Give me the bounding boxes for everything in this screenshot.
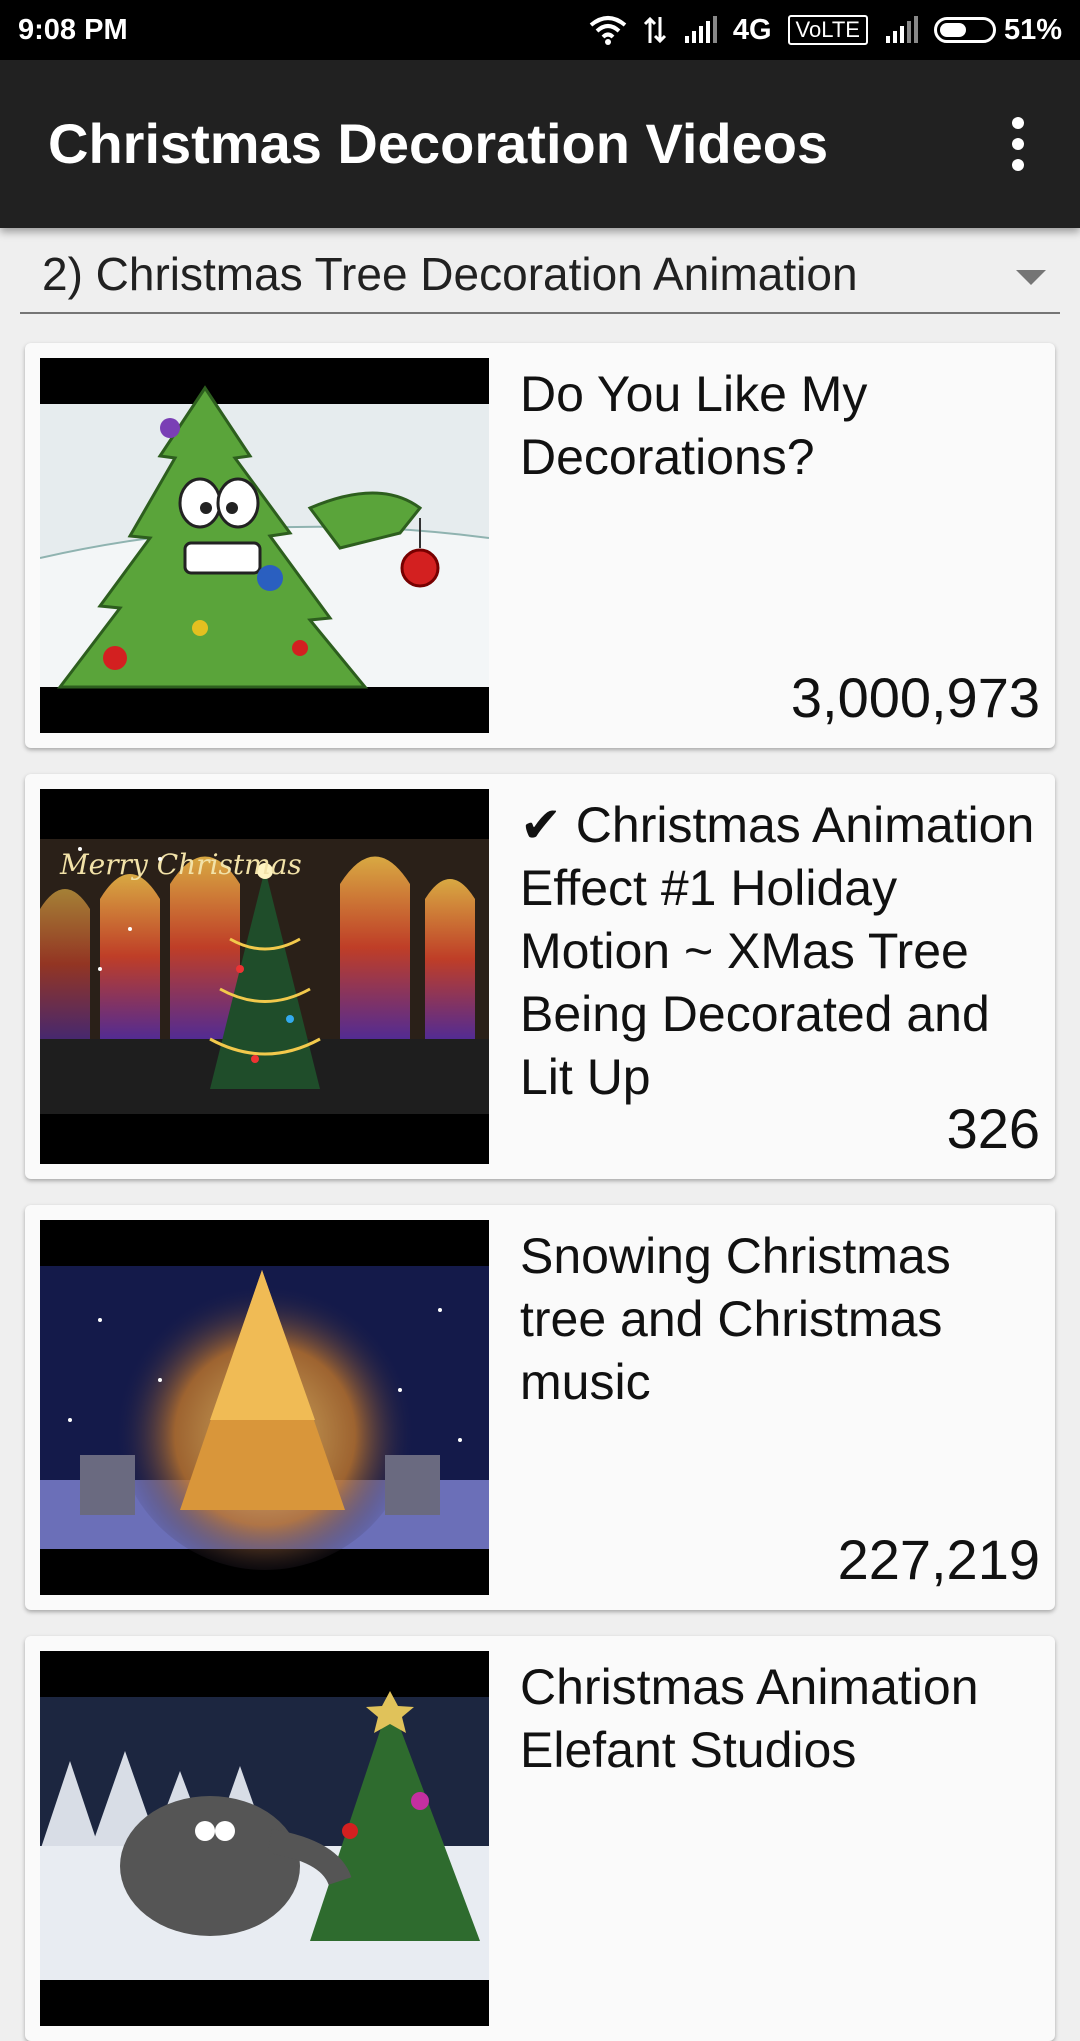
video-title: ✔ Christmas Animation Effect #1 Holiday …	[520, 797, 1035, 1105]
menu-dot	[1012, 159, 1024, 171]
status-icons: 4G VoLTE 51%	[589, 14, 1062, 47]
menu-dot	[1012, 138, 1024, 150]
video-title: Christmas Animation Elefant Studios	[520, 1659, 979, 1778]
battery-level	[939, 23, 966, 37]
status-time: 9:08 PM	[18, 13, 128, 46]
wifi-icon	[589, 15, 627, 45]
battery-percent: 51%	[1003, 13, 1062, 46]
video-view-count: 3,000,973	[790, 666, 1040, 729]
status-bar: 9:08 PM 4G VoLTE 51%	[0, 0, 1080, 60]
video-view-count: 326	[946, 1097, 1040, 1160]
video-card[interactable]: Do You Like My Decorations? 3,000,973	[25, 343, 1055, 748]
video-view-count: 227,219	[837, 1528, 1040, 1591]
network-type: 4G	[732, 13, 772, 46]
app-title: Christmas Decoration Videos	[48, 112, 829, 175]
video-thumbnail	[40, 1220, 489, 1595]
signal-icon	[683, 16, 717, 44]
video-title: Do You Like My Decorations?	[520, 366, 868, 485]
battery-indicator: 51%	[933, 13, 1062, 47]
video-thumbnail	[40, 1651, 489, 2026]
video-title: Snowing Christmas tree and Christmas mus…	[520, 1228, 951, 1410]
thumbnail-caption: Merry Christmas	[59, 848, 302, 881]
data-arrows-icon	[643, 15, 667, 45]
video-thumbnail	[40, 358, 489, 733]
video-card[interactable]: Merry Christmas ✔ Christmas Animation Ef…	[25, 774, 1055, 1179]
app-bar: Christmas Decoration Videos	[0, 60, 1080, 228]
battery-icon	[933, 17, 996, 43]
menu-dot	[1012, 117, 1024, 129]
playlist-dropdown[interactable]: 2) Christmas Tree Decoration Animation	[20, 236, 1060, 314]
video-card[interactable]: Christmas Animation Elefant Studios	[25, 1636, 1055, 2041]
video-thumbnail: Merry Christmas	[40, 789, 489, 1164]
dropdown-arrow-icon	[1016, 270, 1046, 285]
volte-badge: VoLTE	[787, 15, 868, 45]
overflow-menu-icon[interactable]	[980, 106, 1056, 182]
signal-icon	[884, 16, 918, 44]
video-card[interactable]: Snowing Christmas tree and Christmas mus…	[25, 1205, 1055, 1610]
playlist-dropdown-value: 2) Christmas Tree Decoration Animation	[42, 248, 858, 300]
